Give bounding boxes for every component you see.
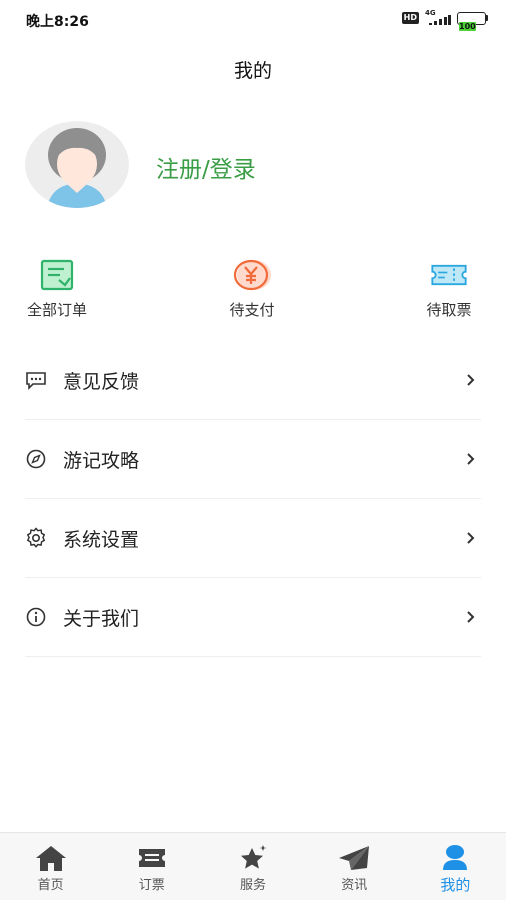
tab-label-services: 服务 <box>240 878 267 893</box>
compass-icon <box>25 447 49 471</box>
ticket-icon <box>429 255 469 295</box>
status-icons: HD 4G 100 <box>401 9 488 31</box>
menu-item-about-us[interactable]: 关于我们 <box>25 578 481 657</box>
receipt-icon <box>37 255 77 295</box>
avatar-placeholder-icon <box>25 121 129 208</box>
yen-coin-icon <box>232 255 272 295</box>
pending-ticket-shortcut[interactable]: 待取票 <box>394 255 504 320</box>
settings-menu: 意见反馈 游记攻略 系统设置 关于我们 <box>25 341 481 657</box>
tab-home[interactable]: 首页 <box>0 833 101 900</box>
page-title: 我的 <box>233 60 272 82</box>
login-register-link[interactable]: 注册/登录 <box>156 150 256 184</box>
tab-label-news: 资讯 <box>341 878 368 893</box>
info-icon <box>25 605 49 629</box>
chevron-right-icon <box>467 374 475 386</box>
star-icon <box>236 843 270 873</box>
chevron-right-icon <box>467 453 475 465</box>
all-orders-shortcut[interactable]: 全部订单 <box>2 255 112 320</box>
pending-payment-label: 待支付 <box>229 301 275 319</box>
menu-label-feedback: 意见反馈 <box>63 370 140 393</box>
ticket-tab-icon <box>135 843 169 873</box>
status-time: 晚上8:26 <box>26 14 89 30</box>
paper-plane-icon <box>337 843 371 873</box>
pending-ticket-label: 待取票 <box>426 301 472 319</box>
tab-news[interactable]: 资讯 <box>304 833 405 900</box>
battery-icon: 100 <box>457 11 488 31</box>
tab-label-tickets: 订票 <box>138 878 165 893</box>
menu-label-travel-guide: 游记攻略 <box>63 449 140 472</box>
menu-item-travel-guide[interactable]: 游记攻略 <box>25 420 481 499</box>
pending-payment-shortcut[interactable]: 待支付 <box>197 255 307 320</box>
tab-label-mine: 我的 <box>440 876 471 894</box>
tab-label-home: 首页 <box>37 878 64 893</box>
menu-label-about-us: 关于我们 <box>63 607 140 630</box>
user-icon <box>438 843 472 873</box>
chevron-right-icon <box>467 532 475 544</box>
tab-tickets[interactable]: 订票 <box>101 833 202 900</box>
gear-icon <box>25 526 49 550</box>
status-bar: 晚上8:26 HD 4G 100 <box>0 0 506 38</box>
avatar[interactable] <box>25 121 129 208</box>
menu-item-feedback[interactable]: 意见反馈 <box>25 341 481 420</box>
battery-level: 100 <box>459 21 476 31</box>
bottom-tab-bar: 首页 订票 服务 资讯 我的 <box>0 832 506 900</box>
all-orders-label: 全部订单 <box>26 301 87 319</box>
message-icon <box>25 368 49 392</box>
signal-icon: 4G <box>425 9 451 25</box>
chevron-right-icon <box>467 611 475 623</box>
tab-mine[interactable]: 我的 <box>405 833 506 900</box>
menu-item-system-settings[interactable]: 系统设置 <box>25 499 481 578</box>
home-icon <box>34 843 68 873</box>
tab-services[interactable]: 服务 <box>202 833 303 900</box>
hd-badge: HD <box>401 12 419 24</box>
menu-label-system-settings: 系统设置 <box>63 528 140 551</box>
